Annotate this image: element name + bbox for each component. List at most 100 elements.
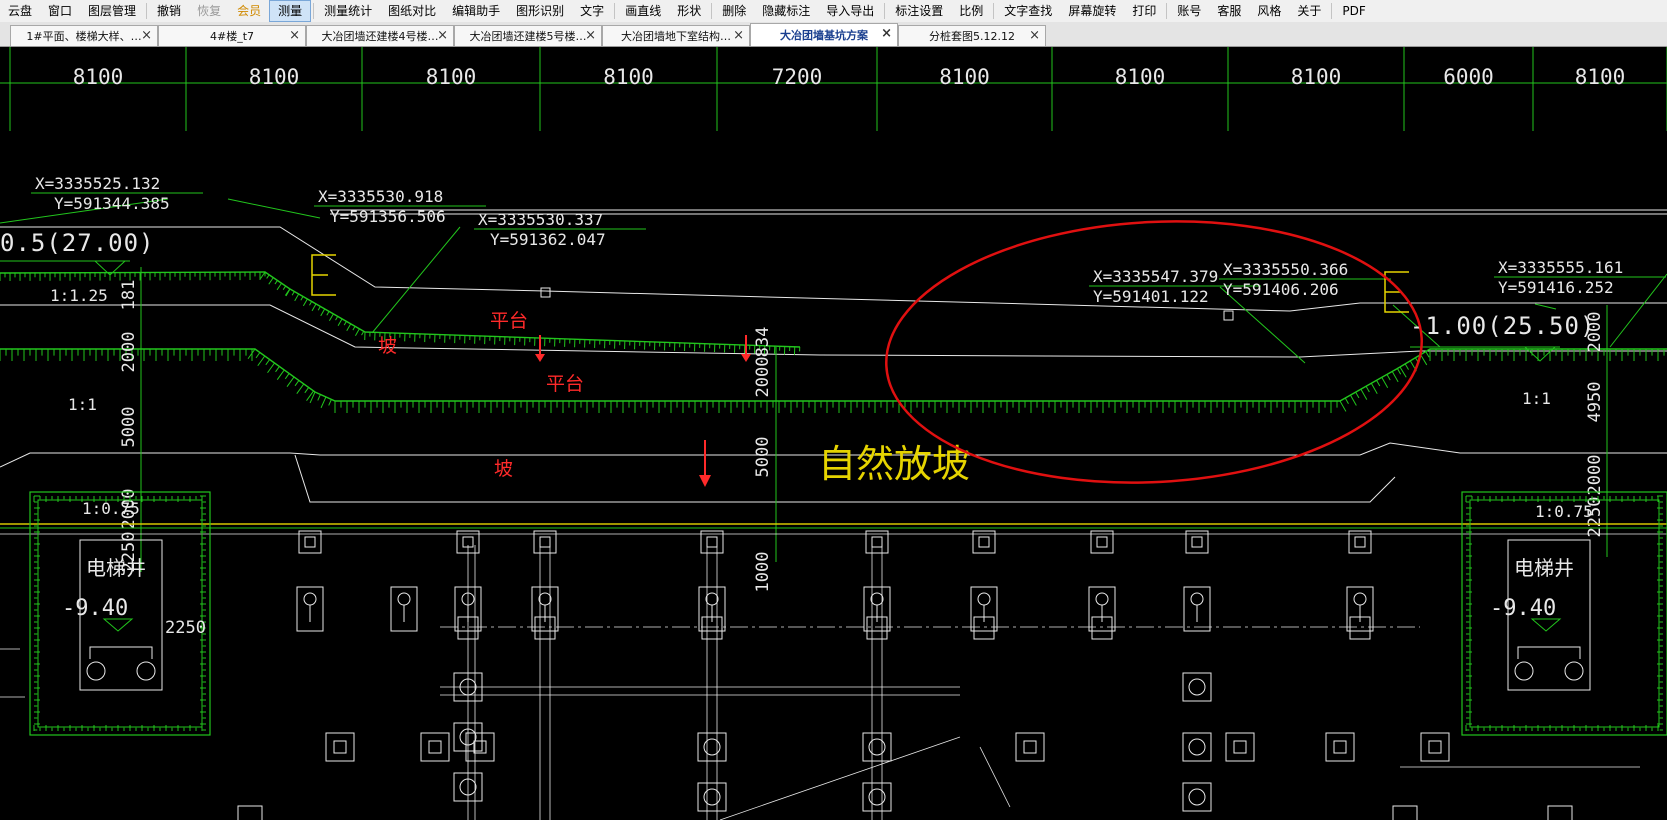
pile-circle: [1353, 592, 1367, 606]
pile-cap: [1182, 782, 1212, 812]
red-annotation-label: 坡: [494, 458, 513, 480]
vertical-dimension-text: 4950: [1585, 382, 1605, 423]
close-icon[interactable]: ×: [881, 26, 892, 41]
vertical-dimension-text: 2000: [1585, 312, 1605, 353]
grid-dimension-text: 8100: [249, 65, 300, 89]
menu-item-19[interactable]: 文字查找: [996, 0, 1060, 22]
menu-item-15[interactable]: 隐藏标注: [754, 0, 818, 22]
pile-circle: [703, 788, 721, 806]
document-tab-3[interactable]: 大冶团墙还建楼5号楼… ×: [454, 25, 602, 46]
coord-leader: [1534, 303, 1557, 310]
coordinate-x-label: X=3335525.132: [35, 174, 160, 193]
coordinate-x-label: X=3335530.918: [318, 187, 443, 206]
grid-dimension-text: 8100: [1575, 65, 1626, 89]
document-tab-5[interactable]: 大冶团墙基坑方案 ×: [750, 23, 898, 46]
cad-canvas[interactable]: 8100 8100 8100 8100 7200 8100 8100 8100 6000 8100…: [0, 47, 1667, 820]
pit-sump-line: [1517, 646, 1581, 659]
menu-separator: [711, 3, 713, 19]
close-icon[interactable]: ×: [1029, 28, 1040, 43]
menu-separator: [884, 3, 886, 19]
menu-separator: [146, 3, 148, 19]
pile-circle: [870, 592, 884, 606]
coordinate-y-label: Y=591416.252: [1498, 278, 1614, 297]
pile-core: [1428, 740, 1442, 754]
document-tab-4[interactable]: 大冶团墙地下室结构… ×: [602, 25, 750, 46]
pit-hatch: [1466, 495, 1472, 731]
menu-item-23[interactable]: 客服: [1209, 0, 1249, 22]
menu-item-14[interactable]: 删除: [714, 0, 754, 22]
menu-item-13[interactable]: 形状: [669, 0, 709, 22]
vertical-dimension-text: 2000: [119, 332, 139, 373]
menu-item-18[interactable]: 比例: [951, 0, 991, 22]
pile-circle: [86, 661, 106, 681]
menu-item-24[interactable]: 风格: [1249, 0, 1289, 22]
coordinate-y-label: Y=591344.385: [54, 194, 170, 213]
menu-item-6[interactable]: 测量: [269, 0, 312, 22]
close-icon[interactable]: ×: [585, 28, 596, 43]
slope-toe-line: [0, 348, 1667, 402]
menu-item-22[interactable]: 账号: [1169, 0, 1209, 22]
pile-circle: [1190, 592, 1204, 606]
pile-core: [304, 536, 316, 548]
close-icon[interactable]: ×: [141, 28, 152, 43]
pile-cap: [1225, 732, 1255, 762]
document-tab-6[interactable]: 分桩套图5.12.12 ×: [898, 25, 1046, 46]
pile-cap: [1392, 805, 1418, 820]
pile-cap: [237, 805, 263, 820]
menu-item-16[interactable]: 导入导出: [818, 0, 882, 22]
vertical-dimension-text: 5000: [119, 407, 139, 448]
coordinate-x-label: X=3335550.366: [1223, 260, 1348, 279]
close-icon[interactable]: ×: [437, 28, 448, 43]
survey-point-marker: [540, 287, 551, 298]
menu-item-25[interactable]: 关于: [1289, 0, 1329, 22]
pile-cap: [697, 782, 727, 812]
menu-item-9[interactable]: 编辑助手: [444, 0, 508, 22]
pile-core: [1333, 740, 1347, 754]
pit-hatch: [34, 495, 40, 731]
menu-item-17[interactable]: 标注设置: [887, 0, 951, 22]
pile-circle: [1514, 661, 1534, 681]
document-tab-0[interactable]: 1#平面、楼梯大样、… ×: [10, 25, 158, 46]
menu-item-8[interactable]: 图纸对比: [380, 0, 444, 22]
red-annotation-label: 平台: [490, 310, 528, 332]
menu-separator: [993, 3, 995, 19]
coordinate-y-label: Y=591356.506: [330, 207, 446, 226]
menu-item-3[interactable]: 撤销: [149, 0, 189, 22]
document-tab-2[interactable]: 大冶团墙还建楼4号楼… ×: [306, 25, 454, 46]
pile-core: [871, 536, 883, 548]
menu-item-12[interactable]: 画直线: [617, 0, 669, 22]
menu-item-10[interactable]: 图形识别: [508, 0, 572, 22]
menu-item-2[interactable]: 图层管理: [80, 0, 144, 22]
pile-cap: [1182, 732, 1212, 762]
elevator-shaft-label: 电梯井: [1514, 556, 1574, 580]
pile-circle: [538, 592, 552, 606]
pile-circle: [1188, 738, 1206, 756]
pile-circle: [1188, 788, 1206, 806]
pile-circle: [1188, 678, 1206, 696]
menu-item-1[interactable]: 窗口: [40, 0, 80, 22]
pit-hatch: [200, 495, 206, 731]
tab-label: 大冶团墙还建楼5号楼…: [469, 30, 587, 43]
grid-dimension-text: 7200: [772, 65, 823, 89]
menu-item-5[interactable]: 会员: [229, 0, 269, 22]
menu-bar: 云盘 窗口 图层管理 撤销 恢复 会员 测量 测量统计 图纸对比 编辑助手 图形识别 文字 画直线 形状删…: [0, 0, 1667, 23]
pile-core: [1354, 536, 1366, 548]
elevator-level-label: -9.40: [1490, 596, 1556, 621]
document-tab-1[interactable]: 4#楼_t7 ×: [158, 25, 306, 46]
cad-drawing[interactable]: 8100 8100 8100 8100 7200 8100 8100 8100 6000 8100…: [0, 47, 1667, 820]
pile-cap: [862, 782, 892, 812]
close-icon[interactable]: ×: [289, 28, 300, 43]
slope-ratio-label: 1:1.25: [50, 286, 108, 305]
pile-cap: [465, 732, 495, 762]
menu-item-4[interactable]: 恢复: [189, 0, 229, 22]
coord-leader: [1609, 273, 1667, 348]
close-icon[interactable]: ×: [733, 28, 744, 43]
menu-item-20[interactable]: 屏幕旋转: [1060, 0, 1124, 22]
tab-label: 大冶团墙还建楼4号楼…: [321, 30, 439, 43]
menu-item-0[interactable]: 云盘: [0, 0, 40, 22]
red-arrow-head-icon: [741, 354, 751, 362]
menu-item-7[interactable]: 测量统计: [316, 0, 380, 22]
menu-item-21[interactable]: 打印: [1124, 0, 1164, 22]
menu-item-11[interactable]: 文字: [572, 0, 612, 22]
menu-item-26[interactable]: PDF: [1334, 0, 1373, 22]
